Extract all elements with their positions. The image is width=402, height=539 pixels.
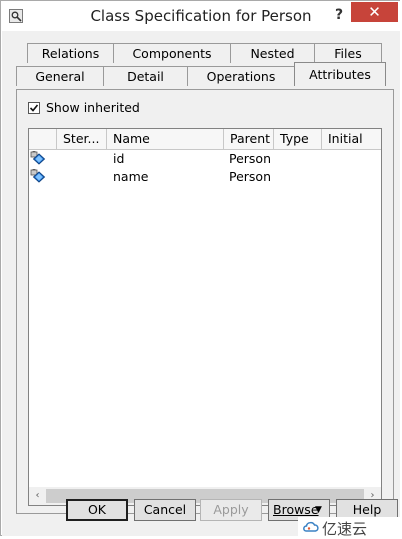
attribute-parent: Person — [229, 169, 272, 184]
tab-operations[interactable]: Operations — [187, 66, 295, 86]
column-header-parent[interactable]: Parent — [224, 129, 274, 149]
help-title-button[interactable]: ? — [331, 5, 347, 25]
column-header-stereotype[interactable]: Ster... — [57, 129, 107, 149]
column-header-initial[interactable]: Initial — [322, 129, 381, 149]
tab-attributes[interactable]: Attributes — [294, 62, 386, 86]
cancel-button[interactable]: Cancel — [134, 499, 196, 521]
cloud-logo-icon — [302, 520, 320, 537]
column-header-icon[interactable] — [29, 129, 57, 149]
column-header-type[interactable]: Type — [274, 129, 322, 149]
close-icon[interactable]: ✕ — [368, 3, 381, 21]
tab-files[interactable]: Files — [314, 43, 382, 63]
table-row[interactable]: name Person — [29, 168, 381, 186]
dialog-window: Class Specification for Person ? ✕ Relat… — [0, 0, 401, 536]
attribute-name: id — [113, 151, 125, 166]
scroll-left-icon[interactable]: ‹ — [29, 487, 46, 505]
browse-label: Browse — [273, 502, 319, 517]
watermark-text: 亿速云 — [322, 520, 368, 538]
attribute-parent: Person — [229, 151, 272, 166]
column-header-name[interactable]: Name — [107, 129, 224, 149]
tab-detail[interactable]: Detail — [103, 66, 188, 86]
close-button[interactable]: ✕ — [351, 2, 398, 22]
apply-button[interactable]: Apply — [200, 499, 262, 521]
tab-general[interactable]: General — [16, 66, 104, 86]
attributes-panel: Show inherited Ster... Name Parent Type … — [16, 89, 394, 514]
table-row[interactable]: id Person — [29, 150, 381, 168]
tab-nested[interactable]: Nested — [230, 43, 315, 63]
dialog-body: Relations Components Nested Files Genera… — [2, 31, 400, 536]
show-inherited-checkbox[interactable] — [28, 102, 40, 114]
ok-button[interactable]: OK — [66, 499, 128, 521]
show-inherited-label[interactable]: Show inherited — [46, 100, 140, 115]
attributes-list[interactable]: Ster... Name Parent Type Initial id Pers… — [28, 128, 382, 506]
list-header: Ster... Name Parent Type Initial — [29, 129, 381, 150]
attribute-icon — [30, 168, 46, 186]
tab-components[interactable]: Components — [113, 43, 231, 63]
attribute-name: name — [113, 169, 149, 184]
watermark: 亿速云 — [298, 517, 402, 538]
attribute-icon — [30, 150, 46, 168]
checkmark-icon — [29, 104, 39, 112]
title-bar[interactable]: Class Specification for Person ? ✕ — [1, 1, 401, 31]
tab-relations[interactable]: Relations — [27, 43, 114, 63]
